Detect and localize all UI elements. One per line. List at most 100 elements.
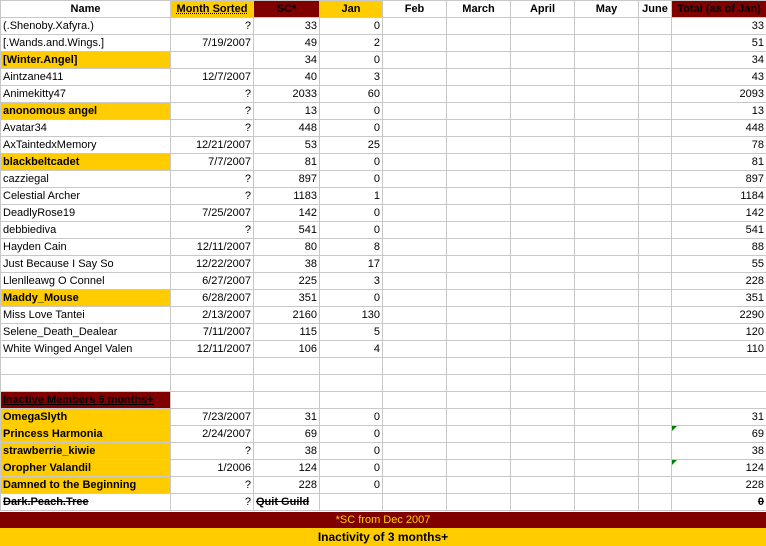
empty-cell[interactable] bbox=[382, 323, 447, 341]
empty-cell[interactable] bbox=[638, 170, 672, 188]
member-name-cell[interactable]: Damned to the Beginning bbox=[0, 476, 171, 494]
empty-cell[interactable] bbox=[638, 221, 672, 239]
sc-cell[interactable]: 225 bbox=[253, 272, 320, 290]
empty-cell[interactable] bbox=[170, 357, 254, 375]
empty-cell[interactable] bbox=[574, 204, 639, 222]
total-cell[interactable]: 124 bbox=[671, 459, 766, 477]
jan-cell[interactable]: 0 bbox=[319, 170, 383, 188]
empty-cell[interactable] bbox=[574, 306, 639, 324]
empty-cell[interactable] bbox=[510, 425, 575, 443]
empty-cell[interactable] bbox=[574, 238, 639, 256]
empty-cell[interactable] bbox=[638, 357, 672, 375]
sc-cell[interactable]: 13 bbox=[253, 102, 320, 120]
empty-cell[interactable] bbox=[446, 34, 511, 52]
empty-cell[interactable] bbox=[574, 17, 639, 35]
total-cell[interactable]: 38 bbox=[671, 442, 766, 460]
empty-cell[interactable] bbox=[510, 119, 575, 137]
jan-cell[interactable]: 0 bbox=[319, 459, 383, 477]
jan-cell[interactable]: 1 bbox=[319, 187, 383, 205]
empty-cell[interactable] bbox=[510, 442, 575, 460]
sc-cell[interactable]: 34 bbox=[253, 51, 320, 69]
empty-cell[interactable] bbox=[382, 374, 447, 392]
empty-cell[interactable] bbox=[638, 493, 672, 511]
jan-cell[interactable]: 5 bbox=[319, 323, 383, 341]
empty-cell[interactable] bbox=[446, 323, 511, 341]
empty-cell[interactable] bbox=[574, 391, 639, 409]
empty-cell[interactable] bbox=[510, 51, 575, 69]
total-cell[interactable]: 448 bbox=[671, 119, 766, 137]
header-sc[interactable]: SC* bbox=[253, 0, 320, 18]
header-may[interactable]: May bbox=[574, 0, 639, 18]
empty-cell[interactable] bbox=[382, 170, 447, 188]
month-sorted-cell[interactable]: ? bbox=[170, 119, 254, 137]
sc-cell[interactable]: 897 bbox=[253, 170, 320, 188]
jan-cell[interactable]: 0 bbox=[319, 289, 383, 307]
sc-cell[interactable]: 81 bbox=[253, 153, 320, 171]
month-sorted-cell[interactable]: 2/13/2007 bbox=[170, 306, 254, 324]
total-cell[interactable]: 31 bbox=[671, 408, 766, 426]
empty-cell[interactable] bbox=[170, 391, 254, 409]
empty-cell[interactable] bbox=[574, 476, 639, 494]
total-cell[interactable]: 541 bbox=[671, 221, 766, 239]
empty-cell[interactable] bbox=[382, 17, 447, 35]
empty-cell[interactable] bbox=[510, 17, 575, 35]
empty-cell[interactable] bbox=[510, 68, 575, 86]
sc-cell[interactable]: 106 bbox=[253, 340, 320, 358]
month-sorted-cell[interactable]: 6/27/2007 bbox=[170, 272, 254, 290]
jan-cell[interactable]: 4 bbox=[319, 340, 383, 358]
empty-cell[interactable] bbox=[671, 357, 766, 375]
total-cell[interactable]: 897 bbox=[671, 170, 766, 188]
empty-cell[interactable] bbox=[638, 459, 672, 477]
member-name-cell[interactable]: [.Wands.and.Wings.] bbox=[0, 34, 171, 52]
empty-cell[interactable] bbox=[638, 204, 672, 222]
empty-cell[interactable] bbox=[382, 476, 447, 494]
empty-cell[interactable] bbox=[382, 102, 447, 120]
header-april[interactable]: April bbox=[510, 0, 575, 18]
member-name-cell[interactable]: debbiediva bbox=[0, 221, 171, 239]
empty-cell[interactable] bbox=[638, 34, 672, 52]
empty-cell[interactable] bbox=[574, 459, 639, 477]
empty-cell[interactable] bbox=[446, 442, 511, 460]
empty-cell[interactable] bbox=[446, 51, 511, 69]
total-cell[interactable]: 110 bbox=[671, 340, 766, 358]
empty-cell[interactable] bbox=[382, 306, 447, 324]
member-name-cell[interactable]: Avatar34 bbox=[0, 119, 171, 137]
empty-cell[interactable] bbox=[510, 136, 575, 154]
empty-cell[interactable] bbox=[382, 357, 447, 375]
month-sorted-cell[interactable]: ? bbox=[170, 85, 254, 103]
empty-cell[interactable] bbox=[446, 306, 511, 324]
empty-cell[interactable] bbox=[0, 357, 171, 375]
empty-cell[interactable] bbox=[446, 153, 511, 171]
empty-cell[interactable] bbox=[382, 204, 447, 222]
sc-cell[interactable]: 2033 bbox=[253, 85, 320, 103]
empty-cell[interactable] bbox=[510, 102, 575, 120]
empty-cell[interactable] bbox=[638, 425, 672, 443]
empty-cell[interactable] bbox=[446, 119, 511, 137]
empty-cell[interactable] bbox=[638, 340, 672, 358]
empty-cell[interactable] bbox=[638, 17, 672, 35]
empty-cell[interactable] bbox=[574, 102, 639, 120]
jan-cell[interactable]: 0 bbox=[319, 17, 383, 35]
empty-cell[interactable] bbox=[574, 34, 639, 52]
empty-cell[interactable] bbox=[446, 102, 511, 120]
header-jan[interactable]: Jan bbox=[319, 0, 383, 18]
empty-cell[interactable] bbox=[510, 306, 575, 324]
member-name-cell[interactable]: Hayden Cain bbox=[0, 238, 171, 256]
month-sorted-cell[interactable]: ? bbox=[170, 476, 254, 494]
empty-cell[interactable] bbox=[574, 493, 639, 511]
sc-cell[interactable]: 228 bbox=[253, 476, 320, 494]
header-month-sorted[interactable]: Month Sorted bbox=[170, 0, 254, 18]
empty-cell[interactable] bbox=[510, 170, 575, 188]
member-name-cell[interactable]: Selene_Death_Dealear bbox=[0, 323, 171, 341]
empty-cell[interactable] bbox=[638, 51, 672, 69]
total-cell[interactable]: 55 bbox=[671, 255, 766, 273]
member-name-cell[interactable]: OmegaSlyth bbox=[0, 408, 171, 426]
month-sorted-cell[interactable]: ? bbox=[170, 102, 254, 120]
sc-cell[interactable]: 541 bbox=[253, 221, 320, 239]
empty-cell[interactable] bbox=[319, 493, 383, 511]
empty-cell[interactable] bbox=[446, 289, 511, 307]
month-sorted-cell[interactable]: 7/19/2007 bbox=[170, 34, 254, 52]
empty-cell[interactable] bbox=[446, 357, 511, 375]
empty-cell[interactable] bbox=[382, 34, 447, 52]
month-sorted-cell[interactable]: 2/24/2007 bbox=[170, 425, 254, 443]
